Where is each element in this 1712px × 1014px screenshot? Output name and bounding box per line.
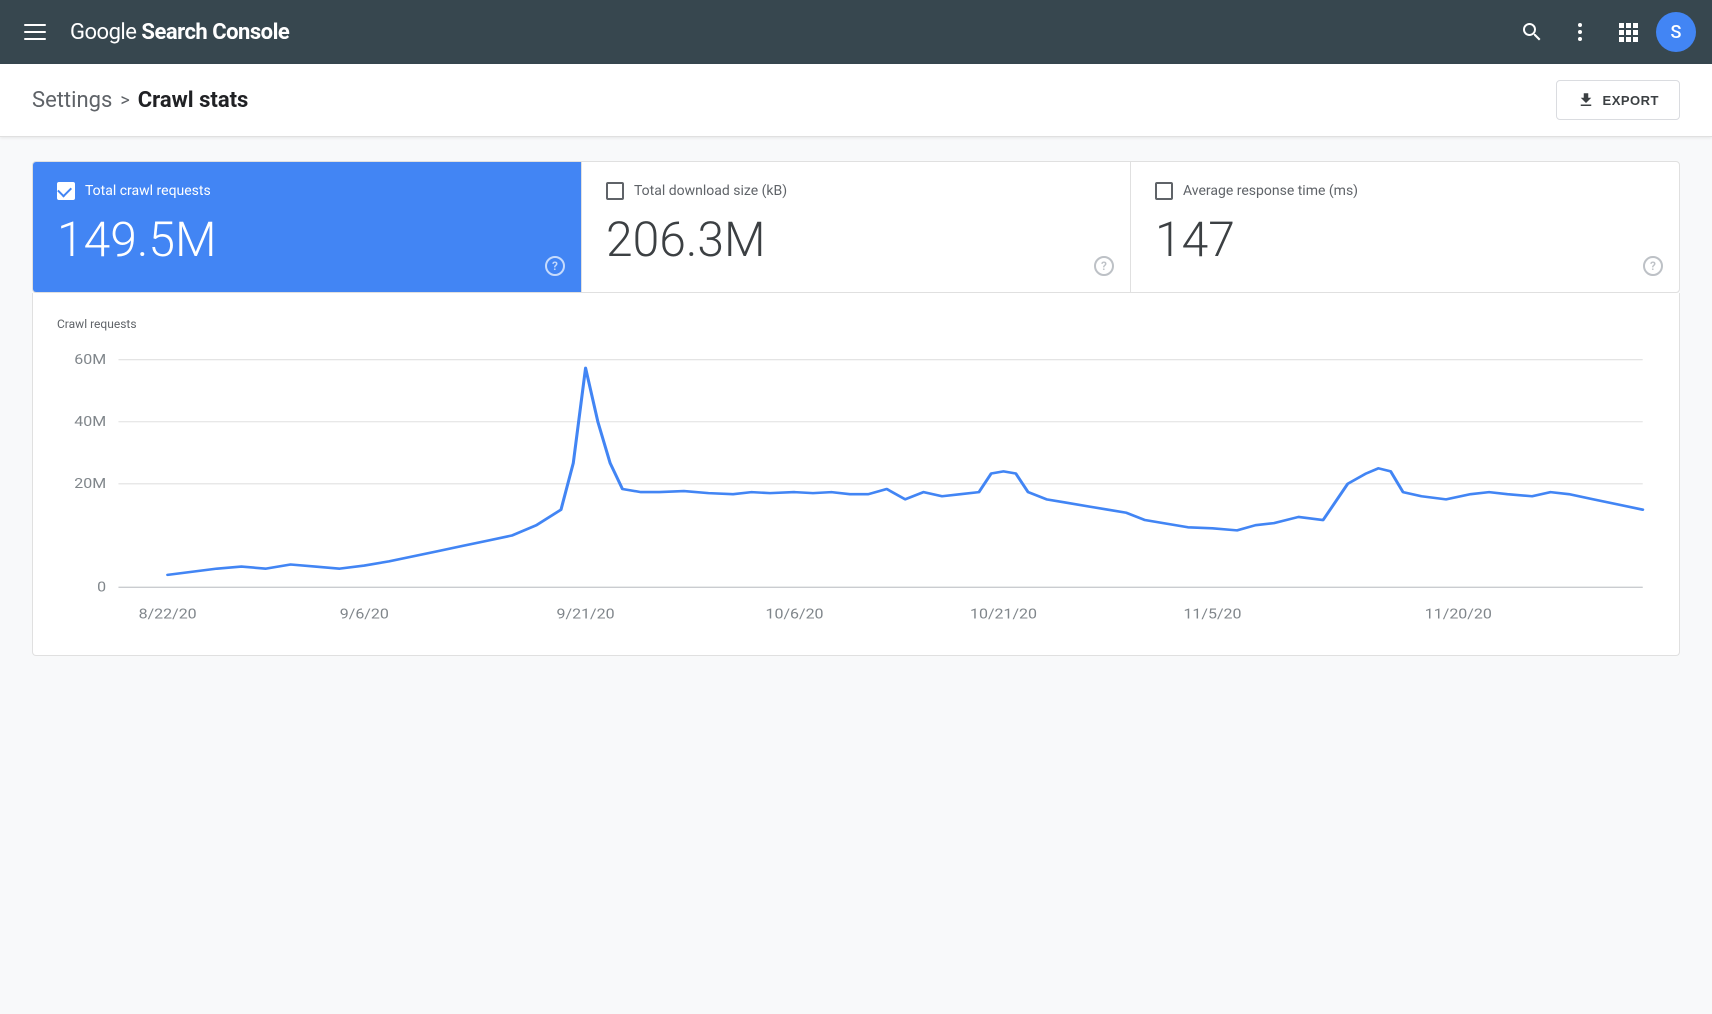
svg-text:9/21/20: 9/21/20 xyxy=(557,606,615,622)
header-left: Google Search Console xyxy=(16,16,1512,48)
breadcrumb-settings[interactable]: Settings xyxy=(32,88,112,113)
chart-container: 60M 40M 20M 0 8/22/20 9/6/20 9/21/20 10/… xyxy=(57,339,1655,639)
stat-value: 147 xyxy=(1155,216,1655,264)
stat-card-crawl-requests[interactable]: Total crawl requests 149.5M ? xyxy=(33,162,582,292)
checkbox-icon xyxy=(1155,182,1173,200)
svg-text:0: 0 xyxy=(97,579,106,595)
breadcrumb: Settings > Crawl stats xyxy=(32,88,248,113)
crawl-chart: 60M 40M 20M 0 8/22/20 9/6/20 9/21/20 10/… xyxy=(57,339,1655,639)
checkbox-checked-icon xyxy=(57,182,75,200)
main-content: Total crawl requests 149.5M ? Total down… xyxy=(0,137,1712,680)
stat-card-header: Average response time (ms) xyxy=(1155,182,1655,200)
header-right: S xyxy=(1512,12,1696,52)
avatar[interactable]: S xyxy=(1656,12,1696,52)
svg-text:60M: 60M xyxy=(74,351,106,367)
app-header: Google Search Console S xyxy=(0,0,1712,64)
stat-value: 206.3M xyxy=(606,216,1106,264)
google-apps-button[interactable] xyxy=(1608,12,1648,52)
svg-text:11/20/20: 11/20/20 xyxy=(1425,606,1492,622)
stats-cards: Total crawl requests 149.5M ? Total down… xyxy=(32,161,1680,293)
breadcrumb-current: Crawl stats xyxy=(138,88,249,113)
help-icon[interactable]: ? xyxy=(545,256,565,276)
svg-text:20M: 20M xyxy=(74,475,106,491)
help-icon[interactable]: ? xyxy=(1643,256,1663,276)
stat-card-header: Total download size (kB) xyxy=(606,182,1106,200)
more-options-button[interactable] xyxy=(1560,12,1600,52)
menu-button[interactable] xyxy=(16,16,54,48)
stat-label: Total download size (kB) xyxy=(634,183,787,199)
svg-text:11/5/20: 11/5/20 xyxy=(1183,606,1241,622)
breadcrumb-bar: Settings > Crawl stats EXPORT xyxy=(0,64,1712,137)
export-button[interactable]: EXPORT xyxy=(1556,80,1680,120)
checkbox-icon xyxy=(606,182,624,200)
chart-section: Crawl requests 60M 40M 20M 0 8/22/20 9/6… xyxy=(32,293,1680,656)
svg-text:10/21/20: 10/21/20 xyxy=(970,606,1037,622)
help-icon[interactable]: ? xyxy=(1094,256,1114,276)
stat-card-header: Total crawl requests xyxy=(57,182,557,200)
stat-card-download-size[interactable]: Total download size (kB) 206.3M ? xyxy=(582,162,1131,292)
stat-label: Average response time (ms) xyxy=(1183,183,1358,199)
stat-card-response-time[interactable]: Average response time (ms) 147 ? xyxy=(1131,162,1679,292)
svg-text:9/6/20: 9/6/20 xyxy=(340,606,389,622)
breadcrumb-separator: > xyxy=(120,90,129,111)
app-title: Google Search Console xyxy=(70,20,289,45)
stat-label: Total crawl requests xyxy=(85,183,211,199)
chart-y-label: Crawl requests xyxy=(57,317,1655,331)
svg-text:40M: 40M xyxy=(74,413,106,429)
export-label: EXPORT xyxy=(1603,93,1659,108)
svg-text:10/6/20: 10/6/20 xyxy=(766,606,824,622)
svg-text:8/22/20: 8/22/20 xyxy=(139,606,197,622)
search-button[interactable] xyxy=(1512,12,1552,52)
stat-value: 149.5M xyxy=(57,216,557,264)
